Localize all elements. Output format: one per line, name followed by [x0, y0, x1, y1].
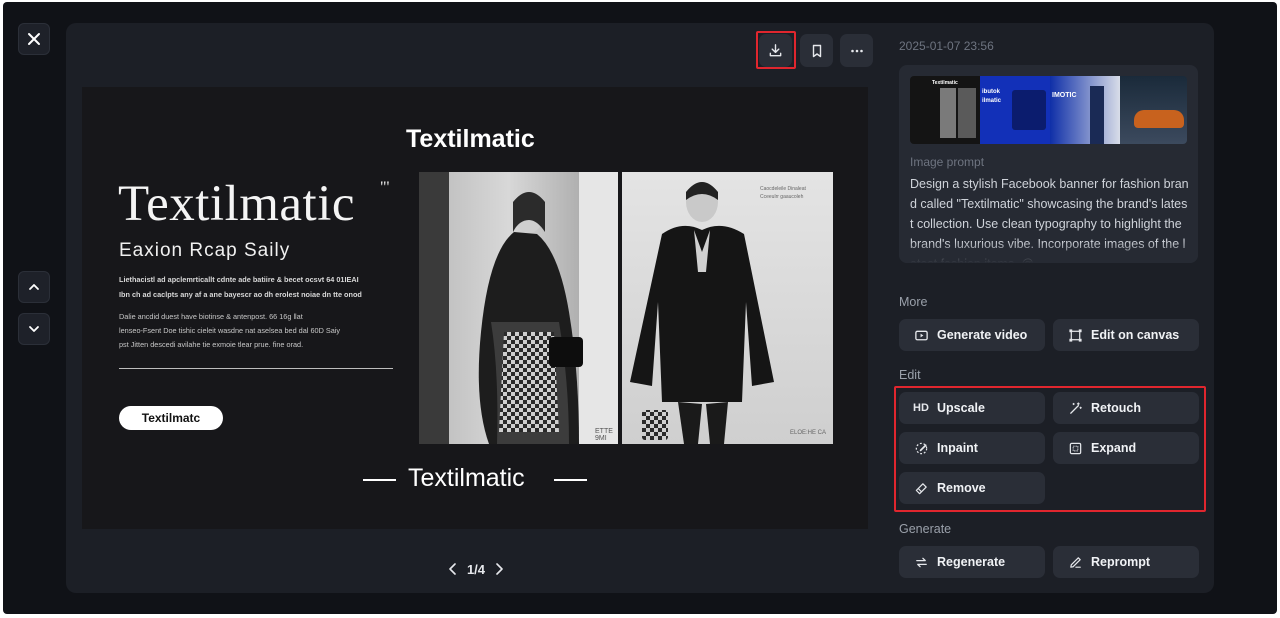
image-paragraph-1: Liethacistl ad apclemrticallt cdnte ade … [119, 272, 399, 302]
image-divider [119, 368, 393, 369]
next-image-button[interactable] [18, 313, 50, 345]
pager-prev-button[interactable] [446, 559, 460, 579]
remove-button[interactable]: Remove [899, 472, 1045, 504]
thumbnail-1-title: Textilmatic [932, 80, 958, 86]
reprompt-label: Reprompt [1091, 555, 1151, 569]
chevron-down-icon [29, 326, 39, 332]
image-bottom-rule-left [363, 479, 396, 481]
man-figure [630, 182, 774, 444]
canvas-icon [1067, 327, 1083, 343]
pencil-icon [1067, 554, 1083, 570]
image-paragraph-2: Dalie ancdid duest have biotinse & anten… [119, 310, 399, 352]
photo-stamp: ETTE 9MI [595, 428, 613, 442]
more-icon [850, 49, 863, 52]
image-photo-man: Caocdeleile Dinaleat Cceeulrr gaaucoleh … [622, 172, 833, 444]
pager-next-button[interactable] [492, 559, 506, 579]
regenerate-label: Regenerate [937, 555, 1006, 569]
upscale-button[interactable]: HD Upscale [899, 392, 1045, 424]
image-paragraph-1-line: Ibn ch ad caclpts any af a ane bayescr a… [119, 290, 362, 299]
regenerate-button[interactable]: Regenerate [899, 546, 1045, 578]
edit-on-canvas-button[interactable]: Edit on canvas [1053, 319, 1199, 351]
edit-on-canvas-label: Edit on canvas [1091, 328, 1180, 342]
remove-label: Remove [937, 481, 986, 495]
image-photo-woman: ETTE 9MI [419, 172, 618, 444]
chevron-left-icon [449, 563, 456, 575]
upscale-label: Upscale [937, 401, 985, 415]
expand-icon [1067, 440, 1083, 456]
video-icon [913, 327, 929, 343]
thumbnail-3[interactable]: IMOTIC [1050, 76, 1120, 144]
retouch-label: Retouch [1091, 401, 1141, 415]
photo-stamp-2: ELOE:HE CA [790, 430, 827, 436]
timestamp: 2025-01-07 23:56 [899, 39, 994, 53]
thumbnail-strip: Textilmatic ibutok ilmatic IMOTIC [910, 76, 1187, 144]
bookmark-button[interactable] [800, 34, 833, 67]
section-edit-label: Edit [899, 368, 921, 382]
thumbnail-2-title: ibutok ilmatic [982, 89, 1002, 104]
image-paragraph-2-line: pst Jitten descedi avilahe tie exmoie tl… [119, 340, 304, 349]
image-brand-large: Textilmatic [118, 176, 356, 232]
image-bottom-rule-right [554, 479, 587, 481]
thumbnail-4[interactable] [1120, 76, 1187, 144]
generated-image: Textilmatic Textilmatic "' Eaxion Rcap S… [82, 87, 868, 529]
bookmark-icon [812, 44, 821, 57]
retouch-button[interactable]: Retouch [1053, 392, 1199, 424]
image-paragraph-2-line: lenseo-Fsent Doe tishic cieleit wasdne n… [119, 326, 341, 335]
image-pager: 1/4 [446, 558, 506, 580]
generate-video-label: Generate video [937, 328, 1028, 342]
section-generate-label: Generate [899, 522, 952, 536]
chevron-up-icon [29, 284, 39, 290]
image-brand-mark: "' [380, 179, 390, 196]
thumbnail-3-title: IMOTIC [1052, 92, 1077, 99]
eraser-icon [913, 480, 929, 496]
section-more-label: More [899, 295, 928, 309]
image-brand-top: Textilmatic [406, 125, 535, 153]
thumbnail-1[interactable]: Textilmatic [910, 76, 980, 144]
previous-image-button[interactable] [18, 271, 50, 303]
chevron-right-icon [496, 563, 503, 575]
inpaint-label: Inpaint [937, 441, 978, 455]
image-pill: Textilmatc [119, 406, 223, 430]
more-options-button[interactable] [840, 34, 873, 67]
close-button[interactable] [18, 23, 50, 55]
brush-icon [913, 440, 929, 456]
generate-video-button[interactable]: Generate video [899, 319, 1045, 351]
inpaint-button[interactable]: Inpaint [899, 432, 1045, 464]
prompt-label: Image prompt [910, 155, 985, 169]
close-icon [28, 33, 40, 45]
thumbnail-2[interactable]: ibutok ilmatic [980, 76, 1050, 144]
download-icon [769, 44, 782, 57]
image-brand-bottom: Textilmatic [408, 464, 525, 492]
prompt-fade [899, 241, 1198, 263]
image-subheading: Eaxion Rcap Saily [119, 240, 291, 261]
expand-button[interactable]: Expand [1053, 432, 1199, 464]
image-paragraph-1-line: Liethacistl ad apclemrticallt cdnte ade … [119, 275, 359, 284]
woman-figure [478, 192, 583, 444]
magic-wand-icon [1067, 400, 1083, 416]
download-button[interactable] [759, 34, 792, 67]
expand-label: Expand [1091, 441, 1137, 455]
refresh-icon [913, 554, 929, 570]
prompt-card: Textilmatic ibutok ilmatic IMOTIC Image … [899, 65, 1198, 263]
image-paragraph-2-line: Dalie ancdid duest have biotinse & anten… [119, 312, 303, 321]
pager-count: 1/4 [466, 561, 486, 577]
reprompt-button[interactable]: Reprompt [1053, 546, 1199, 578]
hd-icon: HD [913, 402, 929, 414]
